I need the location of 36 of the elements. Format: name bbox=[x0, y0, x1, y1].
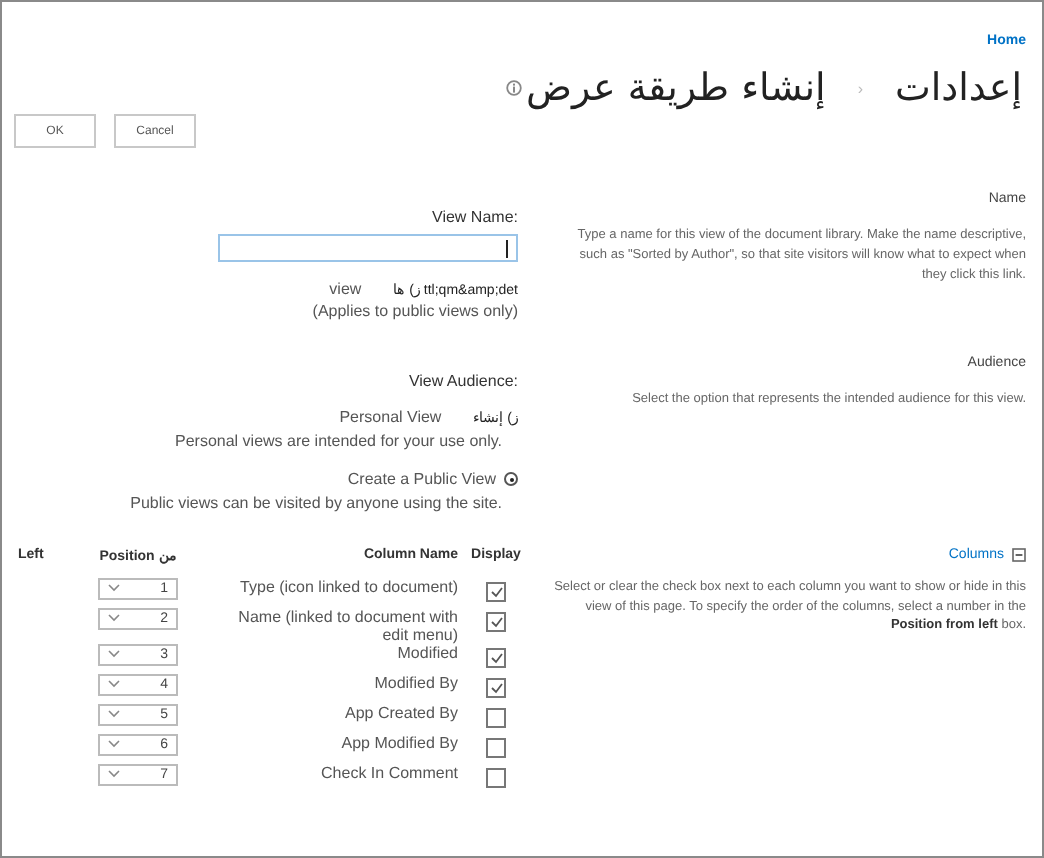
chevron-down-icon bbox=[108, 770, 120, 779]
column-name: Check In Comment bbox=[319, 763, 458, 782]
column-name: App Modified By bbox=[339, 733, 458, 752]
chevron-down-icon bbox=[108, 740, 120, 749]
option-label: Create a Public View bbox=[347, 470, 496, 489]
option-description: Personal views are intended for your use only. bbox=[175, 432, 502, 453]
column-name: Modified By bbox=[372, 673, 458, 692]
breadcrumb-parent[interactable]: إعدادات bbox=[895, 66, 1022, 110]
field-label: View Name: bbox=[430, 208, 518, 226]
breadcrumb-separator: ‹ bbox=[857, 79, 863, 97]
display-checkbox[interactable] bbox=[486, 581, 506, 602]
column-name: Name (linked to document with edit menu) bbox=[236, 607, 458, 644]
column-name: App Created By bbox=[343, 703, 458, 722]
display-checkbox[interactable] bbox=[486, 677, 506, 698]
column-name: Type (icon linked to document) bbox=[238, 577, 458, 596]
chevron-down-icon bbox=[108, 680, 120, 689]
view-name-field[interactable] bbox=[218, 234, 518, 262]
option-note: (Applies to public views only) bbox=[310, 302, 518, 320]
column-name: Modified bbox=[395, 643, 458, 662]
collapse-icon[interactable] bbox=[1012, 547, 1026, 562]
page-title: إنشاء طريقة عرض bbox=[526, 66, 826, 110]
chevron-down-icon bbox=[108, 584, 120, 593]
chevron-down-icon bbox=[108, 614, 120, 623]
display-checkbox[interactable] bbox=[486, 737, 506, 758]
option-label: view bbox=[329, 280, 362, 298]
chevron-down-icon bbox=[108, 650, 120, 659]
display-checkbox[interactable] bbox=[486, 611, 506, 632]
option-description: Public views can be visited by anyone using the site. bbox=[130, 494, 502, 516]
display-checkbox[interactable] bbox=[486, 647, 506, 668]
chevron-down-icon bbox=[108, 710, 120, 719]
radio-button[interactable] bbox=[504, 472, 518, 487]
field-label: View Audience: bbox=[406, 372, 518, 390]
option-label: Personal View bbox=[339, 408, 442, 426]
display-checkbox[interactable] bbox=[486, 707, 506, 728]
info-icon[interactable] bbox=[506, 80, 523, 96]
display-checkbox[interactable] bbox=[486, 767, 506, 788]
